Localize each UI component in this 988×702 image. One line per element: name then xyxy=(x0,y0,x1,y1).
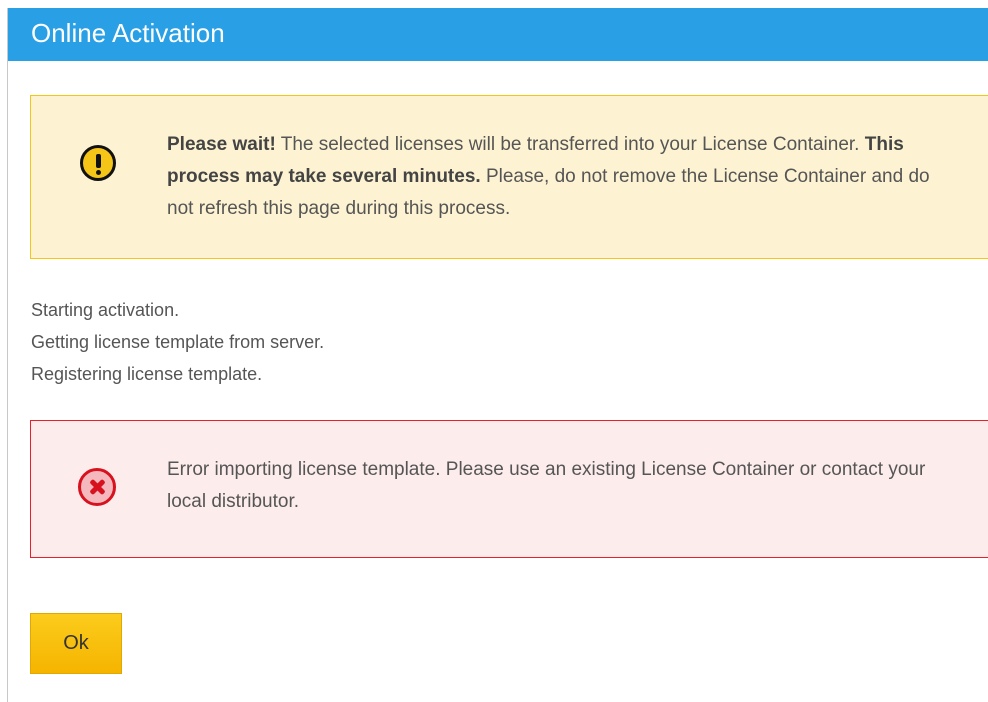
error-message: Error importing license template. Please… xyxy=(167,459,926,512)
log-line: Registering license template. xyxy=(31,364,263,384)
error-alert: Error importing license template. Please… xyxy=(30,420,988,558)
warning-message: Please wait! The selected licenses will … xyxy=(167,129,948,225)
log-line: Starting activation. xyxy=(31,300,180,320)
exclamation-dot xyxy=(96,170,101,175)
log-line: Getting license template from server. xyxy=(31,332,325,352)
ok-button[interactable]: Ok xyxy=(30,613,122,674)
exclamation-bar xyxy=(96,154,101,168)
exclamation-circle-icon xyxy=(80,145,116,181)
warning-text-1: The selected licenses will be transferre… xyxy=(275,134,865,155)
activation-log: Starting activation. Getting license tem… xyxy=(31,294,324,390)
header-bar: Online Activation xyxy=(8,8,988,61)
page-left-border xyxy=(7,8,8,702)
error-x-circle-icon xyxy=(78,468,116,506)
page-title: Online Activation xyxy=(31,18,225,48)
warning-alert: Please wait! The selected licenses will … xyxy=(30,95,988,259)
activation-page: Online Activation Please wait! The selec… xyxy=(0,0,988,702)
warning-lead: Please wait! xyxy=(167,134,276,155)
